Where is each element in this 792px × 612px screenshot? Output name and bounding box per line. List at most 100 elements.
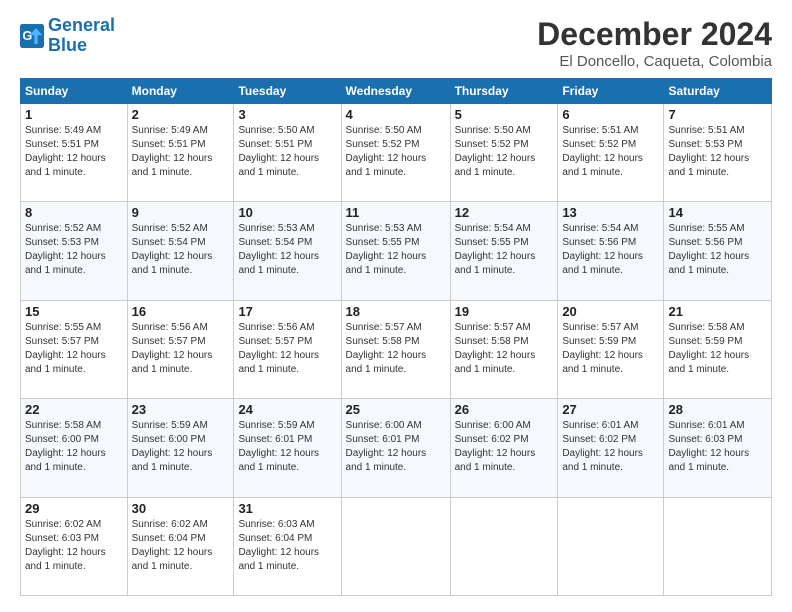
calendar-header-thursday: Thursday bbox=[450, 79, 558, 104]
calendar-cell bbox=[450, 497, 558, 595]
day-info: Sunrise: 5:56 AM Sunset: 5:57 PM Dayligh… bbox=[132, 321, 230, 377]
day-number: 2 bbox=[132, 107, 230, 122]
day-number: 17 bbox=[238, 304, 336, 319]
calendar-cell: 23 Sunrise: 5:59 AM Sunset: 6:00 PM Dayl… bbox=[127, 399, 234, 497]
title-section: December 2024 El Doncello, Caqueta, Colo… bbox=[537, 16, 772, 70]
calendar-cell: 11 Sunrise: 5:53 AM Sunset: 5:55 PM Dayl… bbox=[341, 202, 450, 300]
calendar-cell: 12 Sunrise: 5:54 AM Sunset: 5:55 PM Dayl… bbox=[450, 202, 558, 300]
calendar-week-1: 1 Sunrise: 5:49 AM Sunset: 5:51 PM Dayli… bbox=[21, 104, 772, 202]
day-info: Sunrise: 5:50 AM Sunset: 5:52 PM Dayligh… bbox=[346, 124, 446, 180]
calendar-cell: 17 Sunrise: 5:56 AM Sunset: 5:57 PM Dayl… bbox=[234, 300, 341, 398]
page: G General Blue December 2024 El Doncello… bbox=[0, 0, 792, 612]
day-info: Sunrise: 5:49 AM Sunset: 5:51 PM Dayligh… bbox=[132, 124, 230, 180]
day-info: Sunrise: 5:54 AM Sunset: 5:56 PM Dayligh… bbox=[562, 222, 659, 278]
calendar-cell: 19 Sunrise: 5:57 AM Sunset: 5:58 PM Dayl… bbox=[450, 300, 558, 398]
day-info: Sunrise: 6:01 AM Sunset: 6:03 PM Dayligh… bbox=[668, 419, 767, 475]
day-info: Sunrise: 5:59 AM Sunset: 6:01 PM Dayligh… bbox=[238, 419, 336, 475]
day-info: Sunrise: 5:57 AM Sunset: 5:58 PM Dayligh… bbox=[346, 321, 446, 377]
calendar-cell: 27 Sunrise: 6:01 AM Sunset: 6:02 PM Dayl… bbox=[558, 399, 664, 497]
day-number: 7 bbox=[668, 107, 767, 122]
calendar-week-5: 29 Sunrise: 6:02 AM Sunset: 6:03 PM Dayl… bbox=[21, 497, 772, 595]
day-number: 5 bbox=[455, 107, 554, 122]
calendar-cell: 13 Sunrise: 5:54 AM Sunset: 5:56 PM Dayl… bbox=[558, 202, 664, 300]
calendar-cell: 2 Sunrise: 5:49 AM Sunset: 5:51 PM Dayli… bbox=[127, 104, 234, 202]
calendar-cell bbox=[664, 497, 772, 595]
day-info: Sunrise: 5:53 AM Sunset: 5:54 PM Dayligh… bbox=[238, 222, 336, 278]
day-number: 15 bbox=[25, 304, 123, 319]
calendar-cell: 6 Sunrise: 5:51 AM Sunset: 5:52 PM Dayli… bbox=[558, 104, 664, 202]
calendar-cell: 8 Sunrise: 5:52 AM Sunset: 5:53 PM Dayli… bbox=[21, 202, 128, 300]
day-number: 6 bbox=[562, 107, 659, 122]
calendar-cell: 26 Sunrise: 6:00 AM Sunset: 6:02 PM Dayl… bbox=[450, 399, 558, 497]
day-number: 19 bbox=[455, 304, 554, 319]
day-info: Sunrise: 5:56 AM Sunset: 5:57 PM Dayligh… bbox=[238, 321, 336, 377]
svg-text:G: G bbox=[22, 28, 32, 43]
day-number: 30 bbox=[132, 501, 230, 516]
day-number: 9 bbox=[132, 205, 230, 220]
day-number: 3 bbox=[238, 107, 336, 122]
calendar-cell: 24 Sunrise: 5:59 AM Sunset: 6:01 PM Dayl… bbox=[234, 399, 341, 497]
day-info: Sunrise: 5:57 AM Sunset: 5:59 PM Dayligh… bbox=[562, 321, 659, 377]
calendar-cell: 14 Sunrise: 5:55 AM Sunset: 5:56 PM Dayl… bbox=[664, 202, 772, 300]
calendar-cell: 4 Sunrise: 5:50 AM Sunset: 5:52 PM Dayli… bbox=[341, 104, 450, 202]
calendar-header-monday: Monday bbox=[127, 79, 234, 104]
calendar-cell: 29 Sunrise: 6:02 AM Sunset: 6:03 PM Dayl… bbox=[21, 497, 128, 595]
calendar-cell: 10 Sunrise: 5:53 AM Sunset: 5:54 PM Dayl… bbox=[234, 202, 341, 300]
calendar-table: SundayMondayTuesdayWednesdayThursdayFrid… bbox=[20, 78, 772, 596]
calendar-cell: 9 Sunrise: 5:52 AM Sunset: 5:54 PM Dayli… bbox=[127, 202, 234, 300]
day-number: 18 bbox=[346, 304, 446, 319]
day-number: 24 bbox=[238, 402, 336, 417]
day-number: 12 bbox=[455, 205, 554, 220]
day-info: Sunrise: 5:58 AM Sunset: 6:00 PM Dayligh… bbox=[25, 419, 123, 475]
calendar-cell: 28 Sunrise: 6:01 AM Sunset: 6:03 PM Dayl… bbox=[664, 399, 772, 497]
day-info: Sunrise: 6:01 AM Sunset: 6:02 PM Dayligh… bbox=[562, 419, 659, 475]
day-info: Sunrise: 5:58 AM Sunset: 5:59 PM Dayligh… bbox=[668, 321, 767, 377]
calendar-cell: 15 Sunrise: 5:55 AM Sunset: 5:57 PM Dayl… bbox=[21, 300, 128, 398]
calendar-cell: 18 Sunrise: 5:57 AM Sunset: 5:58 PM Dayl… bbox=[341, 300, 450, 398]
calendar-cell bbox=[558, 497, 664, 595]
day-info: Sunrise: 6:02 AM Sunset: 6:03 PM Dayligh… bbox=[25, 518, 123, 574]
day-number: 21 bbox=[668, 304, 767, 319]
day-number: 8 bbox=[25, 205, 123, 220]
month-title: December 2024 bbox=[537, 16, 772, 53]
day-info: Sunrise: 5:51 AM Sunset: 5:52 PM Dayligh… bbox=[562, 124, 659, 180]
day-number: 13 bbox=[562, 205, 659, 220]
calendar-header-tuesday: Tuesday bbox=[234, 79, 341, 104]
day-number: 22 bbox=[25, 402, 123, 417]
day-number: 4 bbox=[346, 107, 446, 122]
day-number: 10 bbox=[238, 205, 336, 220]
calendar-cell bbox=[341, 497, 450, 595]
day-number: 11 bbox=[346, 205, 446, 220]
logo-text-blue: Blue bbox=[48, 36, 115, 56]
day-info: Sunrise: 5:54 AM Sunset: 5:55 PM Dayligh… bbox=[455, 222, 554, 278]
day-number: 26 bbox=[455, 402, 554, 417]
logo: G General Blue bbox=[20, 16, 115, 56]
calendar-header-friday: Friday bbox=[558, 79, 664, 104]
day-info: Sunrise: 5:59 AM Sunset: 6:00 PM Dayligh… bbox=[132, 419, 230, 475]
day-info: Sunrise: 6:00 AM Sunset: 6:02 PM Dayligh… bbox=[455, 419, 554, 475]
day-number: 16 bbox=[132, 304, 230, 319]
day-number: 23 bbox=[132, 402, 230, 417]
calendar-week-4: 22 Sunrise: 5:58 AM Sunset: 6:00 PM Dayl… bbox=[21, 399, 772, 497]
day-info: Sunrise: 5:50 AM Sunset: 5:51 PM Dayligh… bbox=[238, 124, 336, 180]
calendar-cell: 5 Sunrise: 5:50 AM Sunset: 5:52 PM Dayli… bbox=[450, 104, 558, 202]
day-number: 20 bbox=[562, 304, 659, 319]
day-info: Sunrise: 5:55 AM Sunset: 5:56 PM Dayligh… bbox=[668, 222, 767, 278]
calendar-cell: 22 Sunrise: 5:58 AM Sunset: 6:00 PM Dayl… bbox=[21, 399, 128, 497]
calendar-cell: 3 Sunrise: 5:50 AM Sunset: 5:51 PM Dayli… bbox=[234, 104, 341, 202]
calendar-header-row: SundayMondayTuesdayWednesdayThursdayFrid… bbox=[21, 79, 772, 104]
calendar-cell: 21 Sunrise: 5:58 AM Sunset: 5:59 PM Dayl… bbox=[664, 300, 772, 398]
calendar-cell: 25 Sunrise: 6:00 AM Sunset: 6:01 PM Dayl… bbox=[341, 399, 450, 497]
day-info: Sunrise: 5:49 AM Sunset: 5:51 PM Dayligh… bbox=[25, 124, 123, 180]
day-number: 28 bbox=[668, 402, 767, 417]
calendar-cell: 31 Sunrise: 6:03 AM Sunset: 6:04 PM Dayl… bbox=[234, 497, 341, 595]
day-info: Sunrise: 6:00 AM Sunset: 6:01 PM Dayligh… bbox=[346, 419, 446, 475]
day-number: 29 bbox=[25, 501, 123, 516]
day-number: 27 bbox=[562, 402, 659, 417]
calendar-cell: 16 Sunrise: 5:56 AM Sunset: 5:57 PM Dayl… bbox=[127, 300, 234, 398]
calendar-cell: 20 Sunrise: 5:57 AM Sunset: 5:59 PM Dayl… bbox=[558, 300, 664, 398]
day-info: Sunrise: 5:53 AM Sunset: 5:55 PM Dayligh… bbox=[346, 222, 446, 278]
day-number: 1 bbox=[25, 107, 123, 122]
day-info: Sunrise: 5:55 AM Sunset: 5:57 PM Dayligh… bbox=[25, 321, 123, 377]
location: El Doncello, Caqueta, Colombia bbox=[537, 53, 772, 70]
